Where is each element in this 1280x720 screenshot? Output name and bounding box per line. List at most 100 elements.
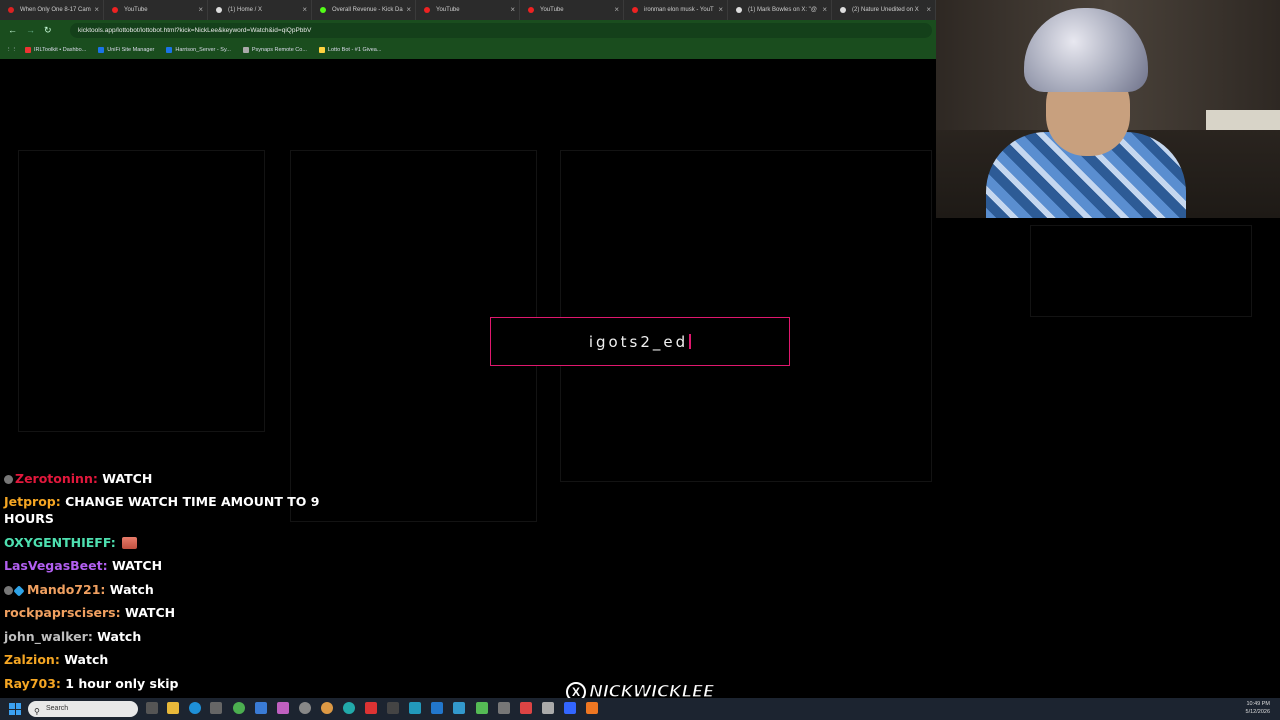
browser-tab[interactable]: YouTube × — [104, 0, 208, 20]
chat-separator: : — [110, 535, 121, 550]
browser-tab[interactable]: YouTube × — [520, 0, 624, 20]
app-icon-14[interactable] — [542, 702, 554, 714]
bookmarks-bar: ⋮⋮ IRLToolkit • Dashbo... UniFi Site Mana… — [0, 41, 936, 59]
chat-username: rockpaprscisers — [4, 605, 116, 620]
bookmark-item[interactable]: IRLToolkit • Dashbo... — [25, 47, 86, 53]
chat-separator: : — [100, 582, 110, 597]
app-icon-12[interactable] — [498, 702, 510, 714]
bookmark-favicon-icon — [25, 47, 31, 53]
close-tab-icon[interactable]: × — [94, 0, 99, 20]
taskbar-search-input[interactable]: ⚲ Search — [28, 701, 138, 717]
back-icon[interactable]: ← — [8, 25, 17, 35]
apps-icon[interactable]: ⋮⋮ — [6, 47, 17, 53]
close-tab-icon[interactable]: × — [302, 0, 307, 20]
winner-entry-text: igots2_ed — [588, 332, 689, 351]
app-icon-7[interactable] — [387, 702, 399, 714]
chat-username: Jetprop — [4, 494, 56, 509]
chat-text: WATCH — [102, 471, 153, 486]
tab-label: Overall Revenue - Kick Da — [332, 7, 403, 13]
chat-username: john_walker — [4, 629, 88, 644]
tab-label: When Only One 8-17 Cam — [20, 7, 91, 13]
reload-icon[interactable]: ↻ — [44, 25, 52, 36]
text-caret — [689, 334, 692, 349]
app-icon-11[interactable] — [476, 702, 488, 714]
file-explorer-icon[interactable] — [167, 702, 179, 714]
browser-tab[interactable]: (1) Home / X × — [208, 0, 312, 20]
app-icon-2[interactable] — [277, 702, 289, 714]
app-icon-10[interactable] — [453, 702, 465, 714]
webcam-shelf — [1206, 110, 1280, 130]
task-view-icon[interactable] — [146, 702, 158, 714]
bookmark-favicon-icon — [166, 47, 173, 53]
tab-favicon-icon — [320, 7, 326, 13]
close-tab-icon[interactable]: × — [718, 0, 723, 20]
tab-label: (1) Home / X — [228, 7, 263, 13]
chat-message: Jetprop: CHANGE WATCH TIME AMOUNT TO 9 H… — [4, 493, 334, 527]
browser-tab[interactable]: Overall Revenue - Kick Da × — [312, 0, 416, 20]
app-icon-16[interactable] — [586, 702, 598, 714]
ghost-panel-list — [1030, 225, 1252, 317]
app-icon-4[interactable] — [321, 702, 333, 714]
browser-tab[interactable]: YouTube × — [416, 0, 520, 20]
tab-favicon-icon — [8, 7, 14, 13]
browser-address-bar: ← → ↻ kicktools.app/lottobot/lottobot.ht… — [0, 20, 936, 41]
webcam-overlay — [936, 0, 1280, 218]
bookmark-item[interactable]: Lotto Bot - #1 Givea... — [318, 47, 382, 53]
bookmark-list: IRLToolkit • Dashbo... UniFi Site Manager… — [25, 47, 393, 53]
chat-message: Zerotoninn: WATCH — [4, 470, 334, 487]
tab-label: YouTube — [124, 7, 148, 13]
winner-entry-box: igots2_ed — [490, 317, 790, 366]
tab-label: (1) Mark Bowles on X: "@ — [748, 7, 817, 13]
app-icon-15[interactable] — [564, 702, 576, 714]
close-tab-icon[interactable]: × — [926, 0, 931, 20]
bookmark-item[interactable]: Psynaps Remote Co... — [242, 47, 307, 53]
app-icon-3[interactable] — [299, 702, 311, 714]
ghost-panel-right — [560, 150, 932, 482]
app-icon-6[interactable] — [365, 702, 377, 714]
app-icon-9[interactable] — [431, 702, 443, 714]
cube-badge-icon — [13, 585, 25, 597]
bookmark-label: UniFi Site Manager — [107, 47, 155, 53]
bookmark-label: Harrison_Server - Sy... — [175, 47, 231, 53]
bookmark-label: Lotto Bot - #1 Givea... — [327, 47, 382, 53]
tab-label: (2) Nature Unedited on X — [852, 7, 919, 13]
bookmark-label: IRLToolkit • Dashbo... — [34, 47, 87, 53]
tab-label: YouTube — [540, 7, 564, 13]
tab-favicon-icon — [216, 7, 222, 13]
close-tab-icon[interactable]: × — [406, 0, 411, 20]
edge-icon[interactable] — [189, 702, 201, 714]
chat-separator: : — [92, 471, 103, 486]
store-icon[interactable] — [210, 702, 222, 714]
browser-tab[interactable]: When Only One 8-17 Cam × — [0, 0, 104, 20]
chat-message: Mando721: Watch — [4, 581, 334, 598]
app-icon-1[interactable] — [255, 702, 267, 714]
app-icon-8[interactable] — [409, 702, 421, 714]
close-tab-icon[interactable]: × — [198, 0, 203, 20]
windows-start-icon[interactable] — [9, 703, 21, 715]
url-field[interactable]: kicktools.app/lottobot/lottobot.html?kic… — [70, 23, 932, 38]
browser-tab[interactable]: (2) Nature Unedited on X × — [832, 0, 936, 20]
chrome-icon[interactable] — [233, 702, 245, 714]
bookmark-item[interactable]: UniFi Site Manager — [98, 47, 154, 53]
bookmark-label: Psynaps Remote Co... — [251, 47, 307, 53]
close-tab-icon[interactable]: × — [822, 0, 827, 20]
bookmark-item[interactable]: Harrison_Server - Sy... — [166, 47, 231, 53]
tab-favicon-icon — [632, 7, 638, 13]
close-tab-icon[interactable]: × — [510, 0, 515, 20]
chat-text: WATCH — [125, 605, 176, 620]
bookmark-favicon-icon — [98, 47, 105, 53]
forward-icon[interactable]: → — [26, 25, 35, 35]
browser-tab[interactable]: (1) Mark Bowles on X: "@ × — [728, 0, 832, 20]
taskbar-search-placeholder: Search — [46, 705, 69, 712]
bookmark-favicon-icon — [318, 47, 325, 53]
clock-date: 5/12/2026 — [1245, 709, 1270, 715]
chat-message: OXYGENTHIEFF: — [4, 534, 334, 551]
tab-label: YouTube — [436, 7, 460, 13]
app-icon-5[interactable] — [343, 702, 355, 714]
close-tab-icon[interactable]: × — [614, 0, 619, 20]
chat-username: Zalzion — [4, 652, 55, 667]
taskbar-clock[interactable]: 10:49 PM 5/12/2026 — [1246, 700, 1270, 716]
browser-tab[interactable]: ironman elon musk - YouT × — [624, 0, 728, 20]
search-icon: ⚲ — [34, 707, 40, 716]
app-icon-13[interactable] — [520, 702, 532, 714]
